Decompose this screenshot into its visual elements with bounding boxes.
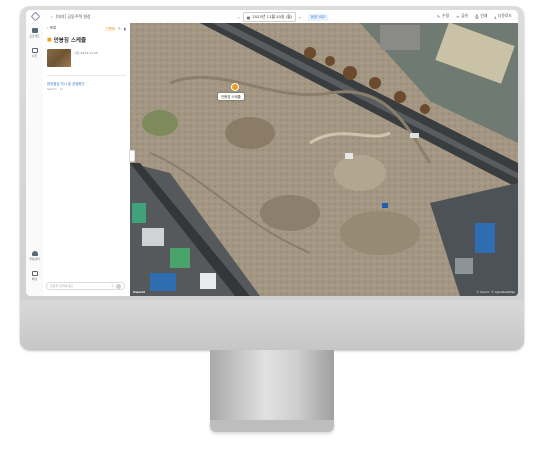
note-meta: Sketch · 11 [47, 87, 64, 91]
monitor-chin [20, 300, 524, 350]
drone-map-app: ‹ [대지] 공동주택 현장 ‹ ▦ 2023년 11월 20일 (월) › 현… [26, 10, 518, 296]
panel-back-button[interactable]: ‹ 목록 [47, 26, 56, 31]
top-actions: ✎ 수정 ⋖ 공유 ⎙ 인쇄 ⤓ 다운로드 [437, 13, 512, 19]
image-icon [31, 48, 38, 53]
rail-item-panel[interactable]: 패널 [26, 271, 43, 281]
share-button[interactable]: ⋖ 공유 [456, 13, 468, 19]
pencil-icon[interactable]: ✎ [118, 27, 121, 31]
monitor-foot [210, 420, 334, 432]
project-title: [대지] 공동주택 현장 [55, 13, 91, 19]
folder-icon [31, 28, 38, 33]
aerial-map[interactable]: 안봉징 스케줄 Vworld © Vworld · © OpenStreetMa… [130, 23, 518, 296]
chevron-left-icon: ‹ [51, 14, 53, 19]
print-button[interactable]: ⎙ 인쇄 [475, 13, 487, 19]
send-icon[interactable] [116, 283, 121, 289]
photo-caption: 사진 2023-11-20 [74, 51, 98, 55]
imac-monitor: ‹ [대지] 공동주택 현장 ‹ ▦ 2023년 11월 20일 (월) › 현… [0, 0, 542, 460]
monitor-stand [210, 350, 334, 424]
note-link[interactable]: 현장점검 지시 및 공정확인 [47, 81, 126, 86]
bell-icon [31, 251, 38, 256]
top-bar: ‹ [대지] 공동주택 현장 ‹ ▦ 2023년 11월 20일 (월) › 현… [26, 10, 518, 24]
date-picker[interactable]: ▦ 2023년 11월 20일 (월) [242, 12, 297, 22]
map-logo: Vworld [133, 290, 145, 294]
date-label: 2023년 11월 20일 (월) [252, 14, 293, 19]
map-attribution: © Vworld · © OpenStreetMap [476, 291, 515, 294]
photo-thumbnail[interactable] [47, 49, 71, 67]
next-date-button[interactable]: › [299, 15, 301, 20]
schedule-panel: ‹ 목록 진행중 ✎ ▮ ■ 안봉징 스케줄 사진 2023-11-20 현장점… [43, 23, 131, 296]
map-popup-label[interactable]: 안봉징 스케줄 [218, 93, 244, 100]
status-badge: 진행중 [105, 27, 115, 31]
photo-item[interactable]: 사진 2023-11-20 [43, 46, 130, 70]
edit-button[interactable]: ✎ 수정 [437, 13, 449, 19]
note-item[interactable]: 현장점검 지시 및 공정확인 Sketch · 11 [43, 81, 130, 91]
comment-input[interactable]: 댓글을 입력하세요 ⎘ [46, 282, 125, 290]
calendar-icon: ▦ [246, 14, 251, 20]
panel-toggle-icon [31, 271, 38, 276]
share-icon: ⋖ [456, 13, 460, 19]
left-rail: 프로젝트 사진 알림센터 패널 [26, 23, 44, 296]
compare-button[interactable]: 현장 비교 [307, 13, 329, 21]
printer-icon: ⎙ [475, 13, 479, 19]
rail-item-project[interactable]: 프로젝트 [26, 28, 43, 38]
panel-header: ‹ 목록 진행중 ✎ ▮ [43, 23, 130, 34]
monitor-screen: ‹ [대지] 공동주택 현장 ‹ ▦ 2023년 11월 20일 (월) › 현… [26, 10, 518, 296]
rail-item-photo[interactable]: 사진 [26, 48, 43, 58]
rail-item-alerts[interactable]: 알림센터 [26, 251, 43, 261]
trash-icon[interactable]: ▮ [124, 27, 126, 31]
attach-icon[interactable]: ⎘ [112, 284, 114, 288]
app-logo-icon[interactable] [30, 11, 41, 22]
date-navigator: ‹ ▦ 2023년 11월 20일 (월) › 현장 비교 [238, 12, 329, 22]
map-marker[interactable] [231, 83, 239, 91]
pencil-icon: ✎ [436, 13, 441, 19]
folder-icon: ■ [47, 37, 52, 43]
panel-collapse-handle[interactable]: ‹ [129, 150, 135, 162]
divider [47, 75, 126, 76]
panel-title: ■ 안봉징 스케줄 [47, 37, 87, 44]
comment-placeholder: 댓글을 입력하세요 [50, 284, 74, 288]
download-icon: ⤓ [494, 13, 497, 19]
project-back-link[interactable]: ‹ [대지] 공동주택 현장 [51, 14, 91, 20]
prev-date-button[interactable]: ‹ [238, 15, 240, 20]
aerial-imagery [130, 23, 518, 296]
download-button[interactable]: ⤓ 다운로드 [494, 13, 512, 19]
